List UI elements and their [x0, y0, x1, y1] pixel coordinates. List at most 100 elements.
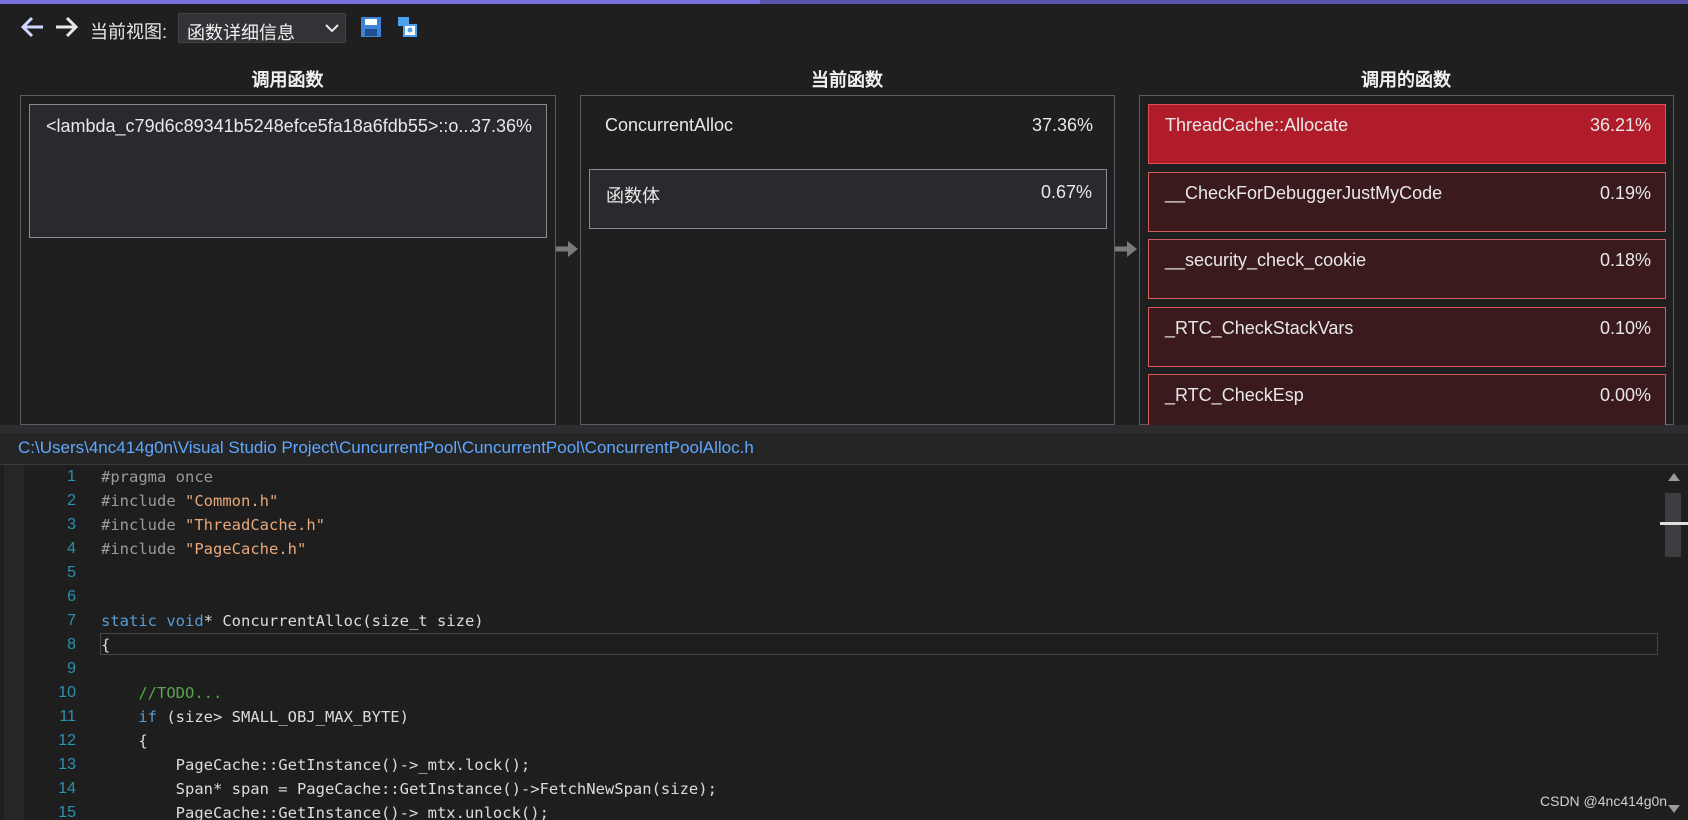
- save-icon[interactable]: [358, 14, 384, 40]
- callee-card[interactable]: __security_check_cookie 0.18%: [1148, 239, 1666, 299]
- line-number: 13: [58, 756, 76, 773]
- callee-percent: 0.18%: [1599, 250, 1651, 270]
- current-function-name: ConcurrentAlloc: [605, 115, 734, 135]
- callee-name: _RTC_CheckStackVars: [1165, 318, 1354, 338]
- toolbar: 当前视图: 函数详细信息: [0, 4, 1688, 50]
- view-select-value: 函数详细信息: [187, 23, 295, 43]
- code-text: //TODO...: [101, 684, 222, 702]
- line-number: 6: [67, 588, 76, 605]
- current-function-percent: 37.36%: [1031, 115, 1093, 135]
- code-line[interactable]: 3 #include "ThreadCache.h": [0, 513, 1660, 537]
- line-number: 15: [58, 804, 76, 820]
- function-body-name: 函数体: [606, 186, 660, 206]
- code-text: #include "ThreadCache.h": [101, 516, 325, 534]
- code-line[interactable]: 1 #pragma once: [0, 465, 1660, 489]
- callees-panel: ThreadCache::Allocate 36.21% __CheckForD…: [1139, 95, 1674, 434]
- flow-arrow-icon: [556, 238, 580, 265]
- code-line[interactable]: 5: [0, 561, 1660, 585]
- line-number: 12: [58, 732, 76, 749]
- code-text: {: [101, 636, 110, 654]
- callers-panel: <lambda_c79d6c89341b5248efce5fa18a6fdb55…: [20, 95, 556, 425]
- callee-name: __security_check_cookie: [1165, 250, 1367, 270]
- callee-percent: 0.10%: [1599, 318, 1651, 338]
- code-token: PageCache::GetInstance()->_mtx.unlock();: [101, 804, 549, 820]
- code-line[interactable]: 14 Span* span = PageCache::GetInstance()…: [0, 777, 1660, 801]
- source-file-path-bar: C:\Users\4nc414g0n\Visual Studio Project…: [0, 433, 1688, 465]
- code-editor[interactable]: 1 #pragma once 2 #include "Common.h" 3 #inclu…: [0, 465, 1688, 820]
- line-number: 3: [67, 516, 76, 533]
- code-token: static void: [101, 612, 204, 630]
- code-token: (size> SMALL_OBJ_MAX_BYTE): [157, 708, 409, 726]
- code-token: {: [101, 636, 111, 654]
- line-number: 5: [67, 564, 76, 581]
- back-arrow-icon[interactable]: [20, 14, 46, 40]
- scroll-up-icon: [1668, 473, 1680, 481]
- callee-card-hot[interactable]: ThreadCache::Allocate 36.21%: [1148, 104, 1666, 164]
- code-text: #include "Common.h": [101, 492, 278, 510]
- current-line-highlight: [100, 633, 1658, 655]
- scrollbar-caret-marker: [1660, 522, 1688, 525]
- code-token: if: [101, 708, 157, 726]
- callee-name: __CheckForDebuggerJustMyCode: [1165, 183, 1443, 203]
- code-line[interactable]: 11 if (size> SMALL_OBJ_MAX_BYTE): [0, 705, 1660, 729]
- code-token: "PageCache.h": [185, 540, 307, 558]
- code-line[interactable]: 15 PageCache::GetInstance()->_mtx.unlock…: [0, 801, 1660, 820]
- line-number: 14: [58, 780, 76, 797]
- open-source-icon[interactable]: [394, 14, 420, 40]
- caller-card[interactable]: <lambda_c79d6c89341b5248efce5fa18a6fdb55…: [29, 104, 547, 238]
- code-text: static void* ConcurrentAlloc(size_t size…: [101, 612, 484, 630]
- code-token: #include: [101, 492, 185, 510]
- function-body-percent: 0.67%: [1040, 182, 1092, 202]
- code-line[interactable]: 6: [0, 585, 1660, 609]
- source-file-path-link[interactable]: C:\Users\4nc414g0n\Visual Studio Project…: [18, 438, 754, 458]
- code-text: {: [101, 732, 148, 750]
- code-token: * ConcurrentAlloc(size_t size): [203, 612, 484, 630]
- callee-percent: 0.19%: [1599, 183, 1651, 203]
- current-function-panel: ConcurrentAlloc 37.36% 函数体 0.67%: [580, 95, 1115, 425]
- code-token: Span* span = PageCache::GetInstance()->F…: [101, 780, 717, 798]
- code-text: Span* span = PageCache::GetInstance()->F…: [101, 780, 717, 798]
- callees-panel-title: 调用的函数: [1361, 70, 1451, 90]
- code-line[interactable]: 7 static void* ConcurrentAlloc(size_t siz…: [0, 609, 1660, 633]
- callee-name: ThreadCache::Allocate: [1165, 115, 1349, 135]
- code-line[interactable]: 13 PageCache::GetInstance()->_mtx.lock()…: [0, 753, 1660, 777]
- current-view-label: 当前视图:: [90, 22, 168, 42]
- forward-arrow-icon[interactable]: [53, 14, 79, 40]
- code-token: //TODO...: [101, 684, 223, 702]
- callers-panel-title: 调用函数: [251, 70, 324, 90]
- view-select-dropdown[interactable]: 函数详细信息: [178, 13, 346, 43]
- code-token: "ThreadCache.h": [185, 516, 325, 534]
- code-text: #pragma once: [101, 468, 213, 486]
- current-function-panel-title: 当前函数: [811, 70, 883, 90]
- code-line[interactable]: 8{: [0, 633, 1660, 657]
- code-line[interactable]: 4 #include "PageCache.h": [0, 537, 1660, 561]
- line-number: 2: [67, 492, 76, 509]
- callee-card[interactable]: __CheckForDebuggerJustMyCode 0.19%: [1148, 172, 1666, 232]
- code-token: PageCache::GetInstance()->_mtx.lock();: [101, 756, 531, 774]
- line-number: 4: [67, 540, 76, 557]
- scroll-down-icon: [1668, 805, 1680, 813]
- callee-card[interactable]: _RTC_CheckStackVars 0.10%: [1148, 307, 1666, 367]
- pane-splitter[interactable]: [0, 425, 1688, 433]
- current-function-card[interactable]: ConcurrentAlloc 37.36%: [589, 100, 1107, 150]
- line-number: 9: [67, 660, 76, 677]
- chevron-down-icon: [325, 21, 339, 40]
- caller-percent: 37.36%: [470, 116, 532, 136]
- code-token: {: [101, 732, 148, 750]
- line-number: 8: [67, 636, 76, 653]
- code-token: "Common.h": [185, 492, 279, 510]
- code-line[interactable]: 12 {: [0, 729, 1660, 753]
- callee-percent: 36.21%: [1589, 115, 1651, 135]
- line-number: 1: [67, 468, 76, 485]
- code-line[interactable]: 9: [0, 657, 1660, 681]
- code-line[interactable]: 2 #include "Common.h": [0, 489, 1660, 513]
- code-line[interactable]: 10 //TODO...: [0, 681, 1660, 705]
- code-text: PageCache::GetInstance()->_mtx.lock();: [101, 756, 531, 774]
- scrollbar-thumb[interactable]: [1665, 493, 1681, 557]
- code-text: PageCache::GetInstance()->_mtx.unlock();: [101, 804, 549, 820]
- callee-name: _RTC_CheckEsp: [1165, 385, 1304, 405]
- line-number: 7: [67, 612, 76, 629]
- callee-percent: 0.00%: [1599, 385, 1651, 405]
- line-number: 11: [59, 708, 76, 725]
- function-body-card[interactable]: 函数体 0.67%: [589, 169, 1107, 229]
